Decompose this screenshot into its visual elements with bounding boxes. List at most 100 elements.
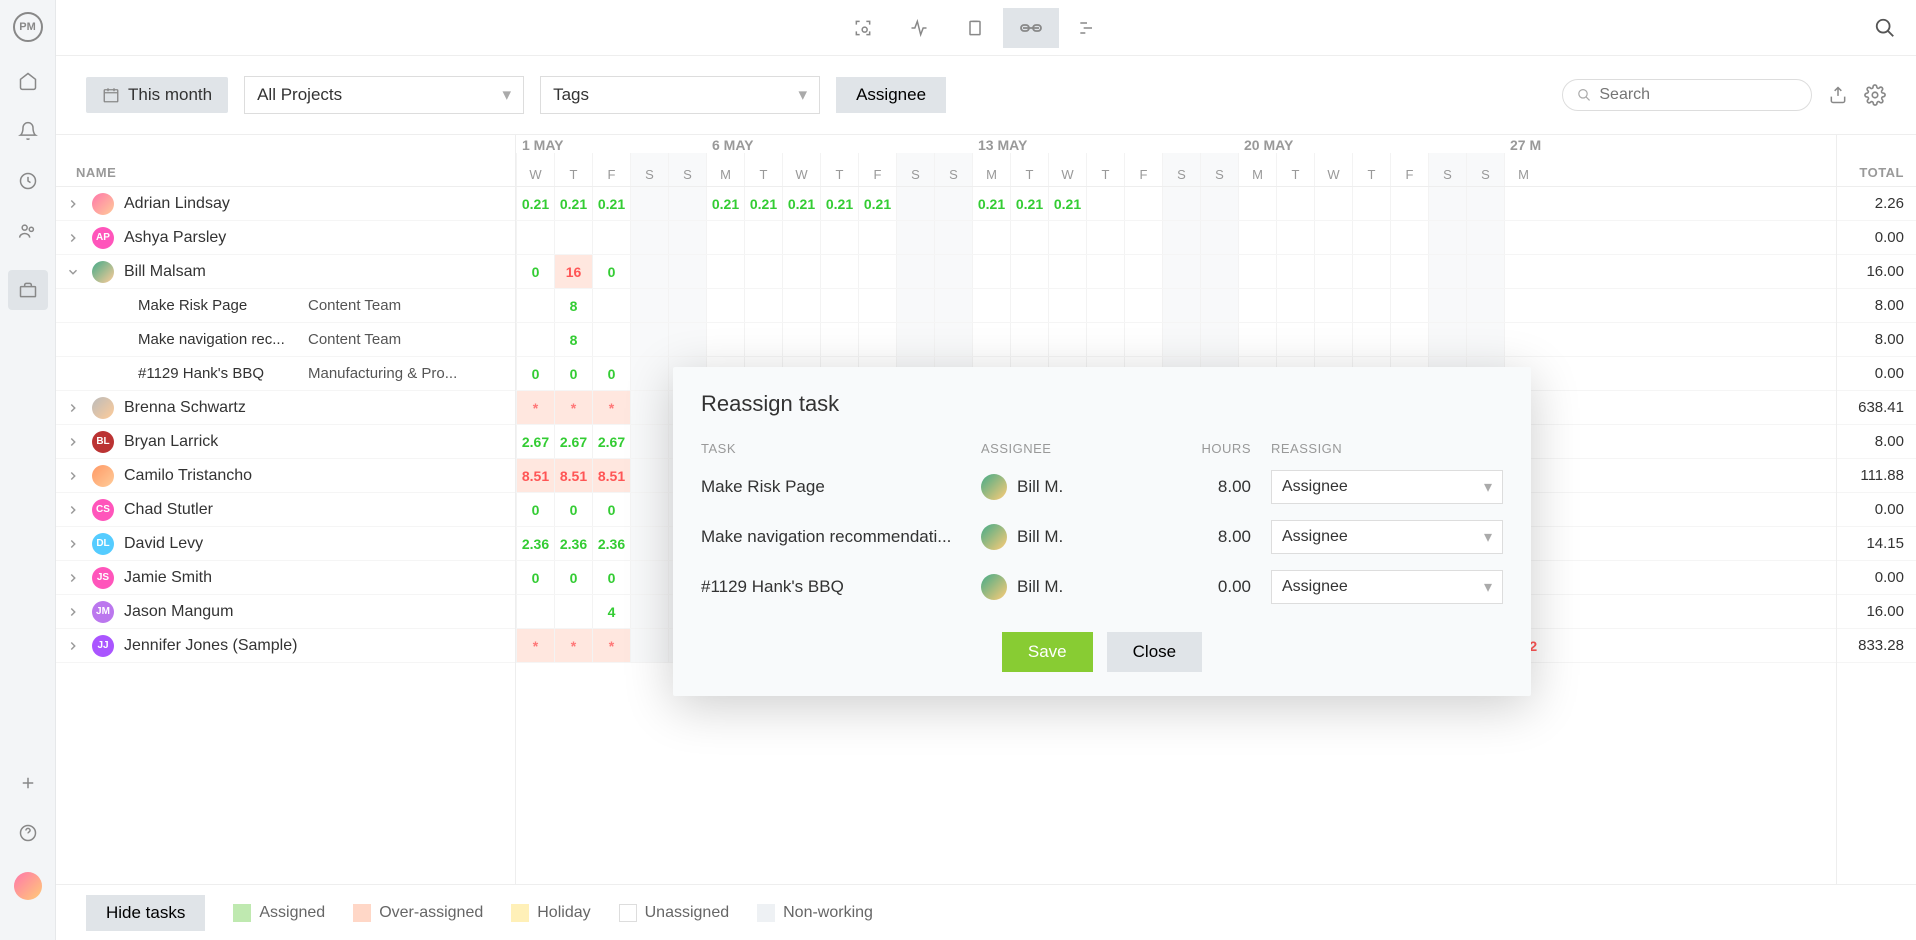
workload-cell[interactable] bbox=[972, 289, 1010, 322]
workload-cell[interactable] bbox=[1086, 289, 1124, 322]
workload-cell[interactable] bbox=[934, 323, 972, 356]
expand-chevron-icon[interactable] bbox=[64, 535, 82, 553]
save-button[interactable]: Save bbox=[1002, 632, 1093, 672]
workload-cell[interactable] bbox=[630, 425, 668, 458]
workload-cell[interactable] bbox=[668, 187, 706, 220]
expand-chevron-icon[interactable] bbox=[64, 399, 82, 417]
workload-cell[interactable] bbox=[1466, 221, 1504, 254]
workload-cell[interactable]: 0.21 bbox=[782, 187, 820, 220]
workload-cell[interactable] bbox=[896, 221, 934, 254]
workload-cell[interactable] bbox=[630, 595, 668, 628]
help-icon[interactable] bbox=[17, 822, 39, 844]
workload-cell[interactable] bbox=[1162, 323, 1200, 356]
workload-cell[interactable] bbox=[1200, 187, 1238, 220]
workload-cell[interactable]: 8.51 bbox=[592, 459, 630, 492]
home-icon[interactable] bbox=[17, 70, 39, 92]
workload-cell[interactable] bbox=[1048, 221, 1086, 254]
workload-cell[interactable] bbox=[1504, 289, 1542, 322]
workload-cell[interactable] bbox=[1200, 255, 1238, 288]
briefcase-icon[interactable] bbox=[8, 270, 48, 310]
workload-cell[interactable] bbox=[1276, 221, 1314, 254]
workload-cell[interactable]: 0.21 bbox=[1010, 187, 1048, 220]
workload-cell[interactable] bbox=[1390, 289, 1428, 322]
workload-cell[interactable] bbox=[1124, 221, 1162, 254]
workload-cell[interactable]: 0 bbox=[516, 255, 554, 288]
link-icon[interactable] bbox=[1003, 8, 1059, 48]
workload-cell[interactable]: * bbox=[592, 629, 630, 662]
workload-cell[interactable]: 0 bbox=[554, 357, 592, 390]
workload-cell[interactable] bbox=[1314, 289, 1352, 322]
workload-cell[interactable]: 0 bbox=[516, 561, 554, 594]
expand-chevron-icon[interactable] bbox=[64, 467, 82, 485]
workload-cell[interactable] bbox=[630, 493, 668, 526]
workload-cell[interactable] bbox=[1086, 255, 1124, 288]
workload-cell[interactable] bbox=[668, 323, 706, 356]
workload-cell[interactable]: 0.21 bbox=[592, 187, 630, 220]
expand-chevron-icon[interactable] bbox=[64, 263, 82, 281]
activity-icon[interactable] bbox=[891, 8, 947, 48]
workload-cell[interactable] bbox=[1504, 221, 1542, 254]
workload-cell[interactable]: 0 bbox=[592, 561, 630, 594]
workload-cell[interactable]: 0 bbox=[554, 561, 592, 594]
workload-cell[interactable] bbox=[1504, 187, 1542, 220]
workload-cell[interactable]: 0.21 bbox=[972, 187, 1010, 220]
user-avatar[interactable] bbox=[14, 872, 42, 900]
workload-cell[interactable] bbox=[1124, 289, 1162, 322]
workload-cell[interactable] bbox=[668, 221, 706, 254]
workload-cell[interactable] bbox=[630, 561, 668, 594]
workload-cell[interactable] bbox=[1086, 221, 1124, 254]
workload-cell[interactable] bbox=[820, 255, 858, 288]
workload-cell[interactable] bbox=[820, 323, 858, 356]
workload-cell[interactable] bbox=[630, 527, 668, 560]
workload-cell[interactable] bbox=[934, 187, 972, 220]
workload-cell[interactable]: * bbox=[554, 629, 592, 662]
workload-cell[interactable] bbox=[516, 595, 554, 628]
workload-cell[interactable] bbox=[744, 289, 782, 322]
workload-cell[interactable]: 2.67 bbox=[516, 425, 554, 458]
workload-cell[interactable] bbox=[1314, 255, 1352, 288]
workload-cell[interactable] bbox=[972, 323, 1010, 356]
workload-cell[interactable] bbox=[706, 323, 744, 356]
workload-cell[interactable]: 0 bbox=[592, 493, 630, 526]
workload-cell[interactable] bbox=[1276, 187, 1314, 220]
workload-cell[interactable] bbox=[782, 221, 820, 254]
reassign-dropdown[interactable]: Assignee▾ bbox=[1271, 520, 1503, 554]
workload-cell[interactable] bbox=[668, 255, 706, 288]
tags-dropdown[interactable]: Tags ▾ bbox=[540, 76, 820, 114]
workload-cell[interactable] bbox=[1466, 187, 1504, 220]
workload-cell[interactable]: 2.36 bbox=[592, 527, 630, 560]
workload-cell[interactable] bbox=[1276, 289, 1314, 322]
workload-cell[interactable] bbox=[896, 323, 934, 356]
workload-cell[interactable] bbox=[1124, 255, 1162, 288]
workload-cell[interactable]: 2.67 bbox=[592, 425, 630, 458]
clipboard-icon[interactable] bbox=[947, 8, 1003, 48]
workload-cell[interactable] bbox=[706, 221, 744, 254]
workload-cell[interactable] bbox=[516, 221, 554, 254]
workload-cell[interactable]: 0.21 bbox=[1048, 187, 1086, 220]
workload-cell[interactable] bbox=[782, 323, 820, 356]
expand-chevron-icon[interactable] bbox=[64, 501, 82, 519]
workload-cell[interactable] bbox=[516, 289, 554, 322]
workload-cell[interactable] bbox=[630, 289, 668, 322]
workload-cell[interactable] bbox=[1276, 255, 1314, 288]
workload-cell[interactable] bbox=[934, 255, 972, 288]
workload-cell[interactable] bbox=[1314, 187, 1352, 220]
workload-cell[interactable] bbox=[630, 459, 668, 492]
clock-icon[interactable] bbox=[17, 170, 39, 192]
workload-cell[interactable]: 8 bbox=[554, 289, 592, 322]
workload-cell[interactable]: 0.21 bbox=[858, 187, 896, 220]
workload-cell[interactable] bbox=[554, 221, 592, 254]
workload-cell[interactable] bbox=[1352, 221, 1390, 254]
workload-cell[interactable] bbox=[1428, 323, 1466, 356]
workload-cell[interactable] bbox=[706, 255, 744, 288]
workload-cell[interactable] bbox=[1390, 323, 1428, 356]
workload-cell[interactable] bbox=[1238, 187, 1276, 220]
workload-cell[interactable] bbox=[934, 221, 972, 254]
workload-cell[interactable] bbox=[1428, 255, 1466, 288]
workload-cell[interactable] bbox=[1314, 221, 1352, 254]
workload-cell[interactable] bbox=[1010, 323, 1048, 356]
workload-cell[interactable] bbox=[1276, 323, 1314, 356]
expand-chevron-icon[interactable] bbox=[64, 603, 82, 621]
close-button[interactable]: Close bbox=[1107, 632, 1202, 672]
workload-cell[interactable]: 16 bbox=[554, 255, 592, 288]
